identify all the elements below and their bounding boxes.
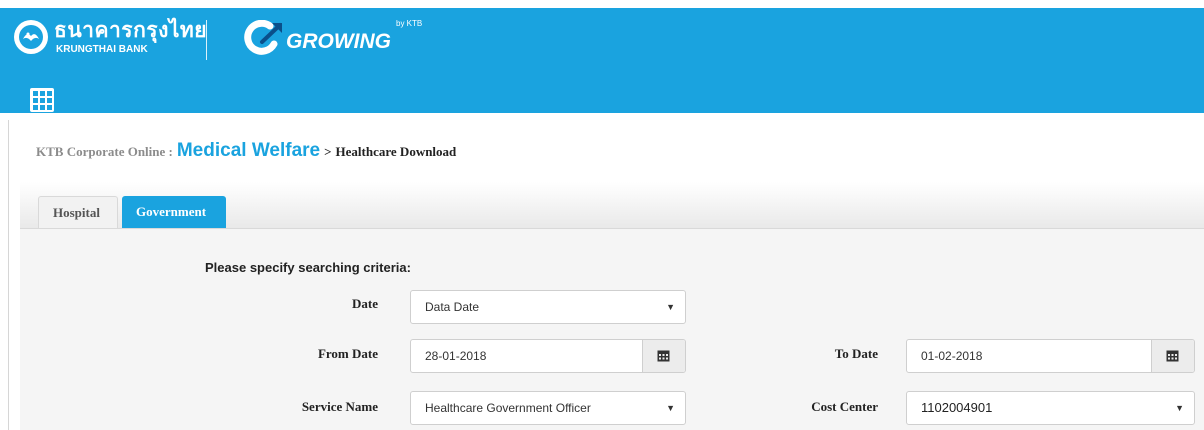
header-bar: ธนาคารกรุงไทย KRUNGTHAI BANK GROWING by …	[0, 8, 1204, 113]
bank-name-english: KRUNGTHAI BANK	[56, 44, 148, 55]
to-date-field[interactable]: 01-02-2018	[906, 339, 1195, 373]
krungthai-logo-icon	[14, 20, 48, 54]
content-border	[8, 120, 9, 430]
cost-center-label: Cost Center	[811, 399, 878, 414]
tab-government[interactable]: Government	[122, 196, 226, 228]
service-name-value: Healthcare Government Officer	[425, 401, 591, 415]
service-name-select[interactable]: Healthcare Government Officer ▼	[410, 391, 686, 425]
search-instruction: Please specify searching criteria:	[205, 260, 411, 275]
top-strip	[0, 0, 1204, 8]
date-label: Date	[352, 296, 378, 311]
caret-down-icon: ▼	[1175, 403, 1184, 413]
breadcrumb-section-link[interactable]: Medical Welfare	[177, 140, 320, 161]
caret-down-icon: ▼	[666, 403, 675, 413]
apps-grid-icon[interactable]	[30, 88, 54, 112]
product-name: GROWING	[286, 30, 391, 53]
from-date-label: From Date	[317, 346, 378, 361]
from-date-field[interactable]: 28-01-2018	[410, 339, 686, 373]
breadcrumb-root: KTB Corporate Online :	[36, 144, 173, 159]
breadcrumb-current-page: Healthcare Download	[335, 144, 457, 159]
to-date-value: 01-02-2018	[921, 349, 983, 363]
bank-name-thai: ธนาคารกรุงไทย	[54, 19, 208, 42]
tab-hospital[interactable]: Hospital	[38, 196, 118, 228]
header-divider	[206, 20, 207, 60]
to-date-label: To Date	[834, 346, 878, 361]
calendar-icon[interactable]	[1151, 340, 1194, 372]
cost-center-select[interactable]: 1102004901 ▼	[906, 391, 1195, 425]
biz-growing-arrow-icon	[244, 19, 286, 56]
caret-down-icon: ▼	[666, 302, 675, 312]
cost-center-value: 1102004901	[921, 400, 993, 415]
breadcrumb-separator: >	[324, 144, 332, 159]
date-type-value: Data Date	[425, 300, 480, 314]
date-type-select[interactable]: Data Date ▼	[410, 290, 686, 324]
breadcrumb: KTB Corporate Online : Medical Welfare >…	[36, 140, 456, 163]
calendar-icon[interactable]	[642, 340, 685, 372]
from-date-value: 28-01-2018	[425, 349, 487, 363]
product-by: by KTB	[396, 19, 423, 28]
service-name-label: Service Name	[301, 399, 378, 414]
